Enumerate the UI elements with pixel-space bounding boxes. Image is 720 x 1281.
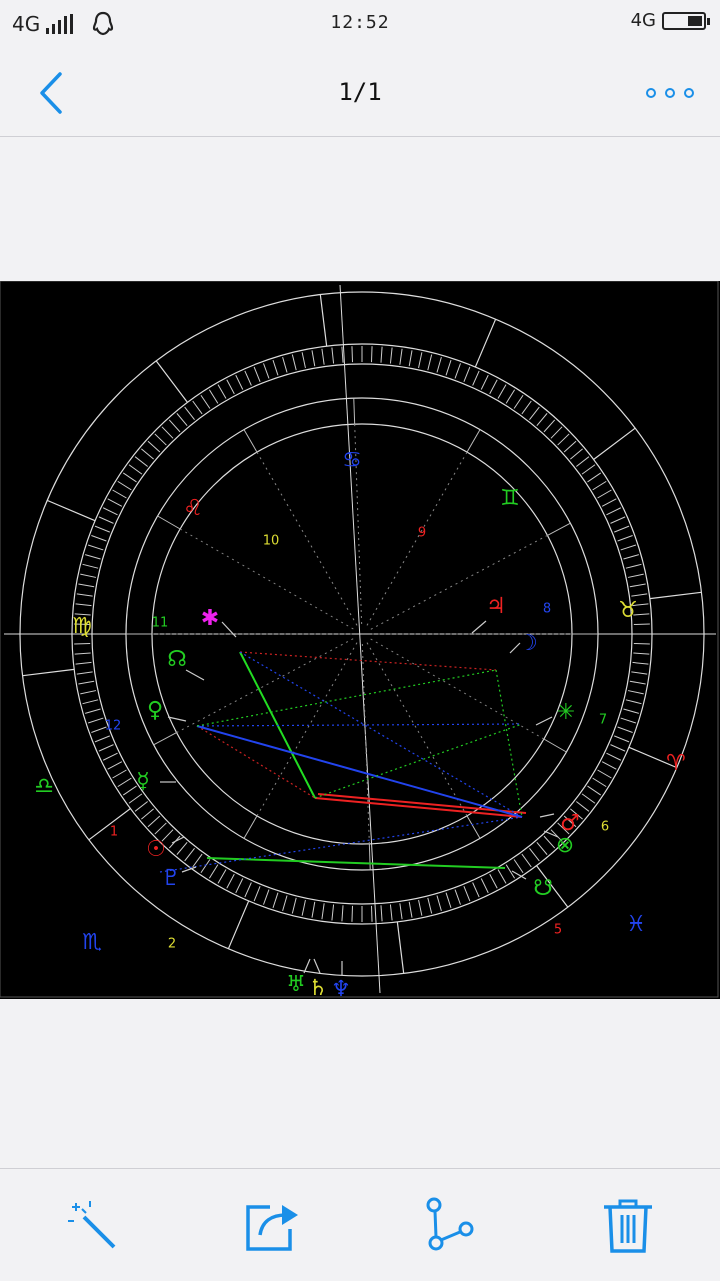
planet-moon-icon: ☽ <box>518 631 538 656</box>
zodiac-virgo-icon: ♍ <box>72 614 92 639</box>
degree-tick <box>370 346 373 363</box>
house-number-5: 5 <box>554 923 562 938</box>
planet-saturn-icon: ♄ <box>308 976 328 999</box>
nav-bar: 1/1 <box>0 48 720 137</box>
house-number-9: 9 <box>418 526 426 541</box>
natal-chart: 123456789101112♈♉♊♋♌♍♎♏♐♑♒♓✱☊♀☿☉♇♃☽✳♂⊗☋♅… <box>0 280 719 1103</box>
house-number-12: 12 <box>105 719 122 734</box>
planet-asteroid-icon: ✱ <box>201 606 219 631</box>
share-icon <box>246 1205 298 1251</box>
planet-north-node-icon: ☊ <box>167 647 187 672</box>
more-dot <box>665 88 675 98</box>
magic-wand-icon <box>68 1201 116 1249</box>
battery-icon <box>662 11 710 30</box>
planet-part-of-fortune-icon: ⊗ <box>556 833 574 858</box>
trash-icon <box>604 1199 652 1253</box>
house-number-11: 11 <box>152 616 169 631</box>
degree-tick <box>351 346 354 363</box>
page-counter: 1/1 <box>338 78 382 106</box>
zodiac-leo-icon: ♌ <box>183 496 203 521</box>
zodiac-cancer-icon: ♋ <box>342 448 362 473</box>
edit-button[interactable] <box>62 1195 122 1255</box>
zodiac-pisces-icon: ♓ <box>626 912 646 937</box>
planet-jupiter-icon: ♃ <box>486 594 506 619</box>
house-number-8: 8 <box>543 602 551 617</box>
house-number-2: 2 <box>168 937 176 952</box>
more-dot <box>684 88 694 98</box>
battery-level <box>688 15 702 26</box>
share-button[interactable] <box>242 1195 302 1255</box>
planet-neptune-icon: ♆ <box>331 977 351 999</box>
house-number-6: 6 <box>601 820 609 835</box>
planet-uranus-icon: ♅ <box>286 972 306 997</box>
branch-icon <box>426 1197 474 1251</box>
zodiac-libra-icon: ♎ <box>34 774 54 799</box>
degree-tick <box>370 905 373 922</box>
status-bar: 4G 12:52 4G <box>0 0 720 48</box>
degree-tick <box>351 905 354 922</box>
house-number-7: 7 <box>599 713 607 728</box>
house-number-10: 10 <box>263 534 280 549</box>
delete-button[interactable] <box>598 1195 658 1255</box>
planet-south-node-icon: ☋ <box>533 876 553 901</box>
zodiac-gemini-icon: ♊ <box>500 486 520 511</box>
degree-tick <box>633 642 650 645</box>
degree-tick <box>74 642 91 645</box>
astrology-chart-image[interactable]: 123456789101112♈♉♊♋♌♍♎♏♐♑♒♓✱☊♀☿☉♇♃☽✳♂⊗☋♅… <box>0 280 720 1103</box>
status-time: 12:52 <box>330 12 390 33</box>
planet-pluto-icon: ♇ <box>161 866 181 891</box>
more-dots-icon <box>646 88 656 98</box>
degree-tick <box>633 623 650 626</box>
network-type-right-label: 4G <box>630 10 656 31</box>
zodiac-taurus-icon: ♉ <box>618 598 638 623</box>
planet-venus-icon: ♀ <box>147 698 163 723</box>
zodiac-scorpio-icon: ♏ <box>82 930 102 955</box>
planet-sun-icon: ☉ <box>146 837 166 862</box>
status-right: 4G <box>630 10 710 31</box>
planet-star-icon: ✳ <box>557 700 575 725</box>
bottom-toolbar <box>0 1168 720 1281</box>
more-button[interactable] <box>646 78 694 108</box>
branch-button[interactable] <box>420 1195 480 1255</box>
planet-mercury-icon: ☿ <box>136 769 150 794</box>
zodiac-aries-icon: ♈ <box>666 751 686 776</box>
image-viewer[interactable]: 123456789101112♈♉♊♋♌♍♎♏♐♑♒♓✱☊♀☿☉♇♃☽✳♂⊗☋♅… <box>0 137 720 1167</box>
house-number-1: 1 <box>110 825 118 840</box>
